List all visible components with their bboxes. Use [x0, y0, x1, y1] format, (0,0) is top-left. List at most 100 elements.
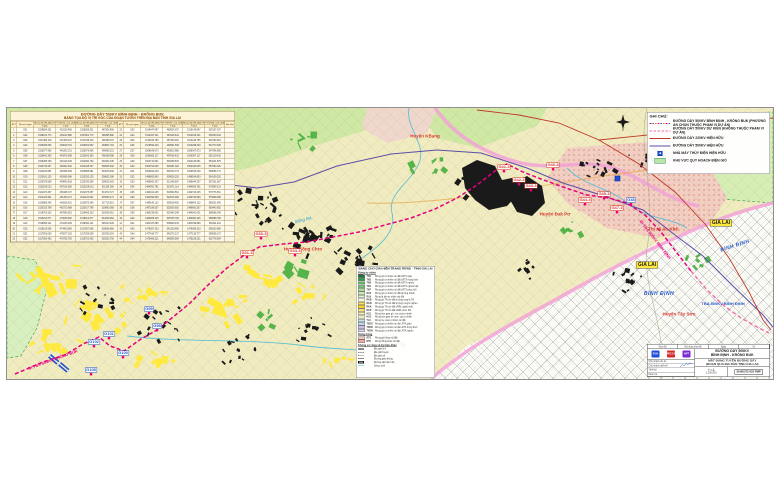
title-block: Sửa đổiNội dung sửa đổiNgàyKý EVNPECC4NP…	[647, 344, 770, 377]
angle-point-marker	[93, 345, 95, 347]
coordinate-table-panel: ĐƯỜNG DÂY 500KV BÌNH ĐỊNH - KRÔNG BUK BẢ…	[10, 111, 234, 242]
angle-point-marker	[584, 203, 586, 205]
table-cell: G22	[17, 236, 34, 241]
forest-label: Sông, suối	[374, 365, 385, 368]
angle-point-marker	[108, 337, 110, 339]
forest-code: TXN	[367, 282, 374, 285]
forest-label: Rừng hỗn giao gỗ - tre nứa tự nhiên	[375, 312, 412, 315]
table-cell: 1517000.453	[34, 236, 56, 241]
forest-label: Rừng gỗ tự nhiên núi đá LRTX nghèo	[375, 329, 413, 332]
forest-code: TXP	[367, 289, 374, 292]
company-logo: EVN	[651, 351, 659, 358]
angle-point-marker	[630, 203, 632, 205]
color-swatch	[358, 329, 365, 332]
forest-label: Rừng gỗ tự nhiên núi đất LRTX giàu	[375, 275, 412, 278]
angle-point-marker	[260, 237, 262, 239]
forest-code: RKN	[367, 302, 374, 305]
role-label: Kiểm tra	[648, 373, 658, 376]
angle-point-marker	[616, 211, 618, 213]
table-header: Hệ tọa độ VN-2000, KTT 107°45', múi chiế…	[183, 121, 225, 124]
dash-pink-symbol	[650, 130, 671, 131]
angle-point-marker	[294, 254, 296, 256]
table-cell: G44	[124, 236, 141, 241]
forest-label: Rừng gỗ tự nhiên núi đá LRTX trung bình	[375, 326, 417, 329]
forest-label: Rừng gỗ TN núi đất LRRL nghèo kiệt	[375, 306, 413, 309]
table-cell: 1475188.221	[183, 236, 205, 241]
dots-line-symbol	[358, 354, 364, 356]
forest-label: Rừng gỗ tự nhiên núi đá LRTX giàu	[375, 323, 411, 326]
forest-label: Địa giới xã	[374, 354, 385, 357]
forest-legend-item: RTKRừng trồng khác núi đất	[358, 340, 433, 343]
solid-line-symbol	[358, 358, 364, 360]
page: { "colors":{ "route":"#e6007e","planned"…	[0, 0, 777, 485]
forest-code: TXDG	[367, 323, 374, 326]
forest-code: RKP	[367, 309, 374, 312]
forest-legend-items: Rừng tự nhiênTXGRừng gỗ tự nhiên núi đất…	[358, 271, 433, 367]
revision-cell: Ký	[739, 345, 770, 349]
angle-point-marker	[518, 183, 520, 185]
table-cell: 1475486.221	[141, 236, 163, 241]
forest-code: TXK	[367, 285, 374, 288]
angle-point-marker	[503, 170, 505, 172]
role-label: Thiết kế	[648, 369, 657, 372]
table-cell: 532933.750	[98, 236, 118, 241]
color-swatch	[358, 340, 365, 343]
project-name: ĐƯỜNG DÂY 500KV BÌNH ĐỊNH - KRÔNG BUK	[695, 349, 770, 359]
angle-point-marker	[156, 329, 158, 331]
drawing-number: 30-BK272-022-PMP	[734, 369, 762, 374]
legend-title: GHI CHÚ:	[650, 114, 768, 119]
forest-code: RLN	[367, 295, 374, 298]
table-cell	[225, 236, 235, 241]
forest-label: Rừng gỗ tự nhiên núi đất LRTX phục hồi	[375, 289, 416, 292]
scale-value: 1:200.000	[706, 372, 717, 375]
role-label: Chủ nhiệm thiết kế	[648, 364, 668, 367]
company-logos: EVN PECC4 NPT	[648, 349, 695, 360]
legend-item: ĐƯỜNG DÂY 500KV HIỆN HỮU	[650, 142, 768, 150]
forest-label: Rừng lá kim tự nhiên núi đất	[375, 295, 404, 298]
forest-label: Rừng gỗ trồng núi đất	[375, 337, 397, 340]
angle-point-marker	[530, 189, 532, 191]
solid-blue-symbol	[650, 145, 671, 146]
forest-code: HG2	[367, 316, 374, 319]
legend-panel: GHI CHÚ: ĐƯỜNG DÂY 500KV BÌNH ĐỊNH - KRÔ…	[647, 112, 770, 174]
table-cell: 1516702.453	[76, 236, 98, 241]
company-logo: NPT	[683, 351, 691, 358]
forest-label: Đường sắt hiện hữu	[374, 361, 395, 364]
company-logo: PECC4	[667, 351, 675, 358]
forest-label: Rừng gỗ tự nhiên núi đất LRTX nghèo kiệt	[375, 285, 418, 288]
table-header: Hệ tọa độ VN-2000, KTT 107°45', múi chiế…	[76, 121, 118, 124]
forest-label: Rừng gỗ tự nhiên núi đất LRTX nghèo	[375, 282, 414, 285]
rail-line-symbol	[358, 361, 364, 363]
legend-item: KHU VỰC QUY HOẠCH ĐIỆN GIÓ	[650, 157, 768, 165]
legend-item-label: ĐƯỜNG DÂY 500KV DỰ KIẾN (KHÔNG THUỘC PHẠ…	[673, 127, 768, 134]
signature	[680, 360, 693, 369]
drawing-number-cell: 30-BK272-022-PMP	[728, 367, 770, 376]
drawing-title-line2: (ĐOẠN QUA ĐỊA BÀN TỈNH GIA LAI)	[695, 363, 770, 367]
north-arrow-icon	[615, 114, 631, 132]
angle-point-marker	[148, 312, 150, 314]
forest-legend-title: BẢNG CHÚ GIẢI HIỆN TRẠNG RỪNG - TỈNH GIA…	[358, 268, 433, 271]
solid-red-symbol	[650, 138, 671, 139]
scale-cell: TỶ LỆ 1:200.000	[695, 367, 728, 376]
forest-legend-panel: BẢNG CHÚ GIẢI HIỆN TRẠNG RỪNG - TỈNH GIA…	[356, 266, 435, 378]
legend-item: NHÀ MÁY THỦY ĐIỆN HIỆN HỮU	[650, 150, 768, 158]
angle-point-marker	[122, 356, 124, 358]
forest-label: Đường giao thông	[374, 358, 393, 361]
angle-point-marker	[603, 197, 605, 199]
forest-legend-item: TXDNRừng gỗ tự nhiên núi đá LRTX nghèo	[358, 329, 433, 332]
table-row: 22G221517000.453478750.7501516702.453532…	[11, 236, 235, 241]
legend-item-label: ĐƯỜNG DÂY 500KV BÌNH ĐỊNH - KRÔNG BUK (P…	[673, 120, 768, 127]
legend-item: ĐƯỜNG DÂY 220KV HIỆN HỮU	[650, 135, 768, 143]
forest-label: Rừng gỗ tự nhiên núi đất LRTX trung bình	[375, 278, 418, 281]
role-label: Chủ nhiệm dự án	[648, 360, 667, 363]
table-title-line2: BẢNG TỌA ĐỘ VỊ TRÍ GÓC CỦA ĐOẠN TUYẾN TR…	[11, 117, 235, 121]
legend-items: ĐƯỜNG DÂY 500KV BÌNH ĐỊNH - KRÔNG BUK (P…	[650, 120, 768, 165]
forest-code: TXDN	[367, 329, 374, 332]
forest-label: Rừng gỗ TN núi đất lá rộng rụng lá TB	[375, 299, 414, 302]
legend-item: ĐƯỜNG DÂY 500KV DỰ KIẾN (KHÔNG THUỘC PHẠ…	[650, 127, 768, 135]
angle-point-marker	[90, 373, 92, 375]
table-cell: 548595.584	[163, 236, 183, 241]
forest-legend-item: Sông, suối	[358, 364, 433, 367]
table-header: Hệ tọa độ VN-2000, KTT 108°30', múi chiế…	[141, 121, 183, 124]
legend-item-label: ĐƯỜNG DÂY 220KV HIỆN HỮU	[673, 136, 723, 140]
